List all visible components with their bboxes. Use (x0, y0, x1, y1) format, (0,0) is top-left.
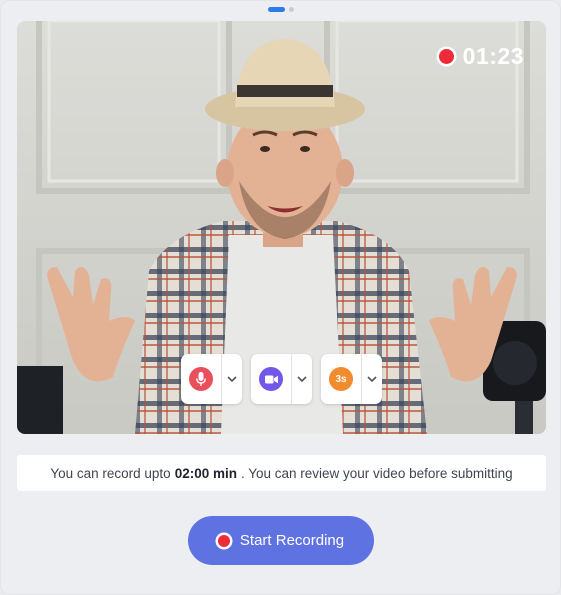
timer-text: 01:23 (462, 43, 524, 69)
info-limit: 02:00 min (174, 465, 237, 481)
pager-dot[interactable] (288, 7, 294, 12)
microphone-icon (189, 367, 213, 391)
recorder-card: 01:23 3s You can record upto 02:00 min .… (0, 0, 561, 595)
start-recording-button[interactable]: Start Recording (188, 516, 374, 565)
info-suffix: . You can review your video before submi… (240, 465, 513, 481)
countdown-icon: 3s (329, 367, 353, 391)
info-prefix: You can record upto (50, 465, 171, 481)
record-icon (217, 534, 230, 547)
pager-dot-active[interactable] (267, 7, 285, 12)
recording-timer: 01:23 (438, 43, 524, 70)
recording-info-banner: You can record upto 02:00 min . You can … (17, 455, 546, 491)
video-preview: 01:23 3s (17, 21, 546, 434)
chevron-down-icon[interactable] (222, 376, 242, 382)
microphone-select[interactable] (181, 354, 242, 404)
media-controls: 3s (181, 354, 382, 404)
pager-indicator (1, 7, 560, 12)
start-recording-label: Start Recording (239, 532, 345, 549)
chevron-down-icon[interactable] (362, 376, 382, 382)
countdown-select[interactable]: 3s (321, 354, 382, 404)
camera-select[interactable] (251, 354, 312, 404)
chevron-down-icon[interactable] (292, 376, 312, 382)
video-camera-icon (259, 367, 283, 391)
recording-indicator-icon (438, 49, 454, 64)
